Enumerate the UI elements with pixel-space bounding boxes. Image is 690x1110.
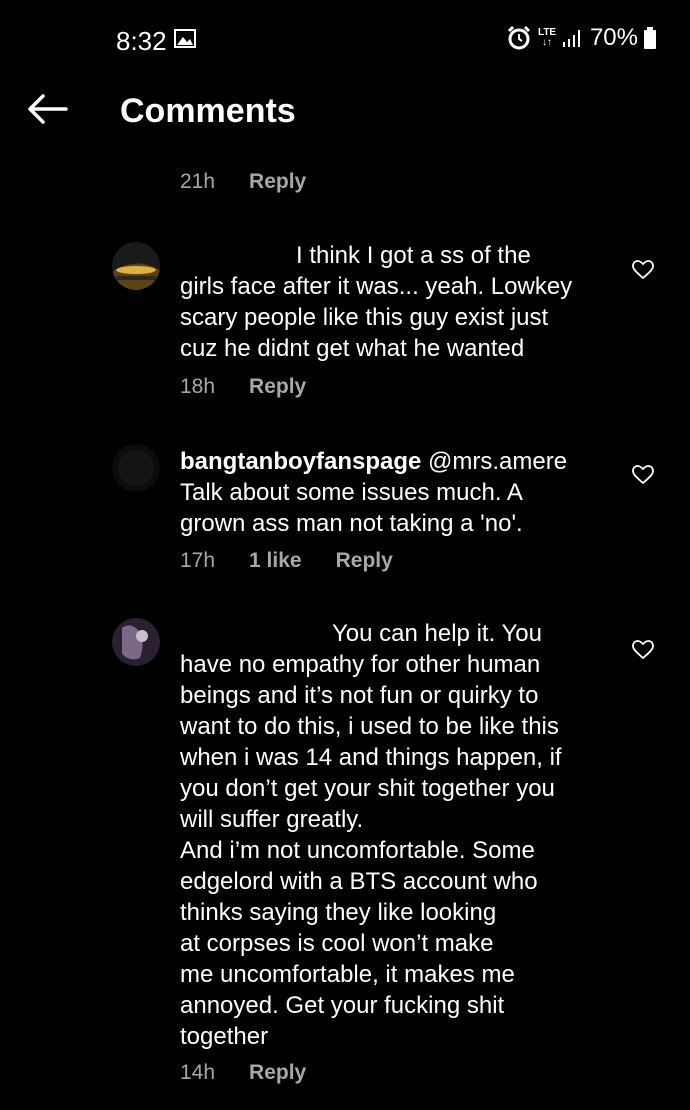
like-heart-icon[interactable]	[632, 640, 654, 660]
comment-text: You can help it. You have no empathy for…	[180, 618, 620, 1052]
comment-text: I think I got a ss of the girls face aft…	[180, 240, 620, 364]
lte-icon: LTE ↓↑	[538, 28, 556, 48]
comment-meta: 14h Reply	[180, 1061, 306, 1085]
avatar[interactable]	[112, 618, 160, 666]
status-icons: LTE ↓↑ 70%	[506, 24, 656, 52]
comment-body: You can help it. You have no empathy for…	[180, 620, 562, 1050]
status-bar: 8:32 LTE ↓↑ 70%	[0, 0, 690, 80]
avatar[interactable]	[112, 444, 160, 492]
comment-time: 18h	[180, 375, 216, 398]
likes-count[interactable]: 1 like	[249, 549, 302, 573]
comment-body: I think I got a ss of the girls face aft…	[180, 242, 573, 362]
back-arrow-icon[interactable]	[26, 92, 68, 126]
battery-level: 70%	[589, 24, 638, 51]
like-heart-icon[interactable]	[632, 465, 654, 485]
alarm-icon	[507, 25, 531, 50]
avatar[interactable]	[112, 242, 160, 290]
comment-meta: 17h 1 like Reply	[180, 549, 393, 573]
comment-time: 14h	[180, 1061, 216, 1084]
battery-icon	[644, 27, 656, 49]
comment-text: bangtanboyfanspage @mrs.amere Talk about…	[180, 446, 620, 539]
gallery-icon	[174, 29, 196, 48]
reply-button[interactable]: Reply	[249, 375, 306, 399]
avatar-image	[112, 444, 160, 492]
comment-username[interactable]: bangtanboyfanspage	[180, 448, 421, 475]
reply-button[interactable]: Reply	[249, 170, 306, 194]
comment-time: 21h	[180, 170, 216, 193]
reply-button[interactable]: Reply	[249, 1061, 306, 1085]
comment-meta: 21h Reply	[180, 170, 306, 194]
avatar-image	[112, 242, 160, 290]
comment-time: 17h	[180, 549, 216, 572]
comment-meta: 18h Reply	[180, 375, 306, 399]
signal-icon	[562, 30, 580, 47]
avatar-image	[112, 618, 160, 666]
data-arrows-icon: ↓↑	[541, 37, 552, 48]
like-heart-icon[interactable]	[632, 260, 654, 280]
status-time: 8:32	[116, 26, 167, 56]
reply-button[interactable]: Reply	[336, 549, 393, 573]
page-title: Comments	[120, 92, 296, 130]
